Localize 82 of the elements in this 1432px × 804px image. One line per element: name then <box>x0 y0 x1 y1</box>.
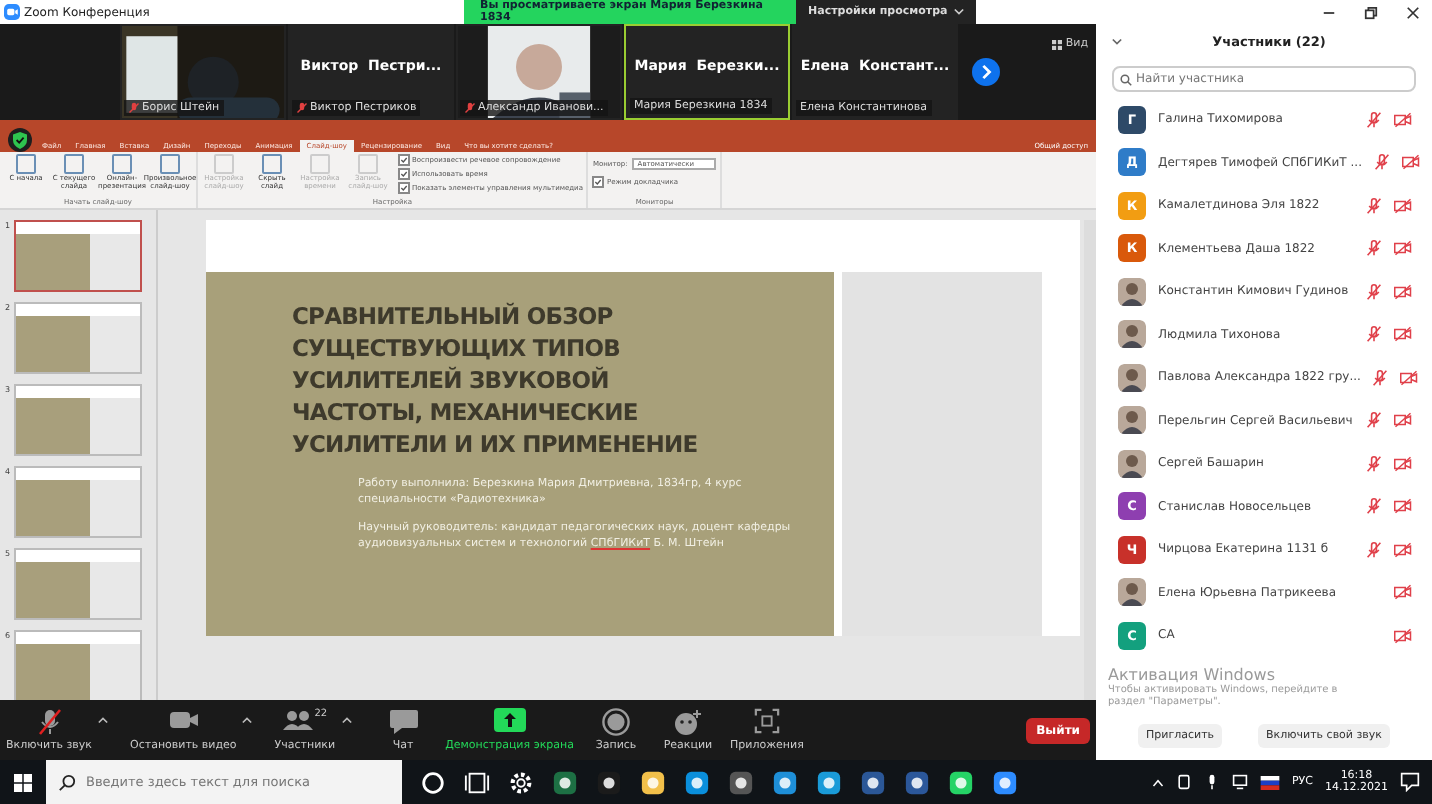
flag-icon[interactable] <box>1259 775 1280 789</box>
network-icon[interactable] <box>1231 774 1248 790</box>
muted-mic-icon[interactable] <box>1366 498 1382 515</box>
settings-icon[interactable] <box>508 769 534 795</box>
slide-thumbnail[interactable] <box>14 220 142 292</box>
avatar-icon <box>1118 578 1146 607</box>
avatar-icon <box>1118 449 1146 478</box>
checkbox[interactable] <box>398 168 410 180</box>
muted-mic-icon[interactable] <box>1366 283 1382 300</box>
chat-icon <box>387 708 420 736</box>
share-screen-icon <box>493 708 526 732</box>
muted-mic-icon[interactable] <box>1366 455 1382 472</box>
avatar-icon <box>1118 363 1146 392</box>
app-icon[interactable] <box>596 769 622 795</box>
document-app-icon[interactable] <box>904 769 930 795</box>
video-off-icon[interactable] <box>1394 326 1412 343</box>
video-off-icon[interactable] <box>1394 197 1412 214</box>
muted-mic-icon[interactable] <box>1366 326 1382 343</box>
browser-icon[interactable] <box>772 769 798 795</box>
video-off-icon[interactable] <box>1394 455 1412 472</box>
muted-mic-icon[interactable] <box>1373 154 1390 171</box>
slide-thumbnail[interactable] <box>14 630 142 702</box>
video-off-icon[interactable] <box>1394 412 1412 429</box>
apps-icon <box>753 708 780 734</box>
avatar-icon <box>1118 320 1146 349</box>
avatar-icon <box>1118 406 1146 435</box>
checkbox[interactable] <box>398 182 410 194</box>
video-off-icon[interactable] <box>1394 111 1412 128</box>
muted-mic-icon[interactable] <box>1366 412 1382 429</box>
record-icon <box>602 708 630 736</box>
checkbox[interactable] <box>592 176 605 188</box>
activation-title: Активация Windows <box>1108 665 1277 683</box>
caret-icon <box>953 8 964 16</box>
chevron-up-icon[interactable] <box>1151 777 1164 787</box>
video-off-icon[interactable] <box>1400 369 1419 386</box>
messenger-icon[interactable] <box>948 769 974 795</box>
cortana-icon[interactable] <box>420 769 446 795</box>
video-off-icon[interactable] <box>1394 240 1412 257</box>
grid-icon <box>1051 39 1062 49</box>
checkbox[interactable] <box>398 154 410 166</box>
notifications-icon[interactable] <box>1400 772 1420 792</box>
video-off-icon[interactable] <box>1394 627 1412 644</box>
video-off-icon[interactable] <box>1394 498 1412 515</box>
caret-icon[interactable] <box>341 716 352 724</box>
camera-icon <box>167 708 200 732</box>
search-icon <box>58 773 76 791</box>
muted-mic-icon <box>35 708 63 736</box>
slide-thumbnail[interactable] <box>14 548 142 620</box>
caret-icon[interactable] <box>242 716 253 724</box>
smiley-icon <box>672 708 704 736</box>
avatar-icon <box>1118 277 1146 306</box>
muted-mic-icon[interactable] <box>1366 541 1382 558</box>
video-off-icon[interactable] <box>1394 584 1412 601</box>
restore-icon[interactable] <box>1364 6 1378 20</box>
muted-mic-icon[interactable] <box>1366 111 1382 128</box>
windows-logo-icon[interactable] <box>14 773 32 791</box>
chat-app-icon[interactable] <box>684 769 710 795</box>
task-view-icon[interactable] <box>464 769 490 795</box>
collapse-icon[interactable] <box>1112 38 1122 46</box>
folder-icon[interactable] <box>640 769 666 795</box>
muted-mic-icon[interactable] <box>1366 240 1382 257</box>
caret-icon[interactable] <box>98 716 109 724</box>
browser-icon[interactable] <box>816 769 842 795</box>
search-icon <box>1120 73 1132 85</box>
video-off-icon[interactable] <box>1394 541 1412 558</box>
video-off-icon[interactable] <box>1394 283 1412 300</box>
people-icon <box>282 708 315 732</box>
next-page-icon[interactable] <box>972 58 1000 86</box>
minimize-icon[interactable] <box>1322 6 1336 20</box>
close-icon[interactable] <box>1406 6 1420 20</box>
muted-mic-icon[interactable] <box>1372 369 1389 386</box>
spreadsheet-app-icon[interactable] <box>552 769 578 795</box>
slide-thumbnail[interactable] <box>14 384 142 456</box>
slide-thumbnail[interactable] <box>14 302 142 374</box>
slide-thumbnail[interactable] <box>14 466 142 538</box>
video-app-icon[interactable] <box>992 769 1018 795</box>
slide-title: СРАВНИТЕЛЬНЫЙ ОБЗОР СУЩЕСТВУЮЩИХ ТИПОВ УСИЛИТЕЛЕЙ ЗВУКОВОЙ ЧАСТОТЫ, МЕХАНИЧЕСКИЕ УСИЛИТЕЛИ И ИХ ПРИМЕНЕНИЕ <box>292 300 700 460</box>
document-app-icon[interactable] <box>860 769 886 795</box>
video-off-icon[interactable] <box>1401 154 1420 171</box>
calculator-icon[interactable] <box>728 769 754 795</box>
tray-app-icon[interactable] <box>1175 774 1192 790</box>
muted-mic-icon[interactable] <box>1366 197 1382 214</box>
